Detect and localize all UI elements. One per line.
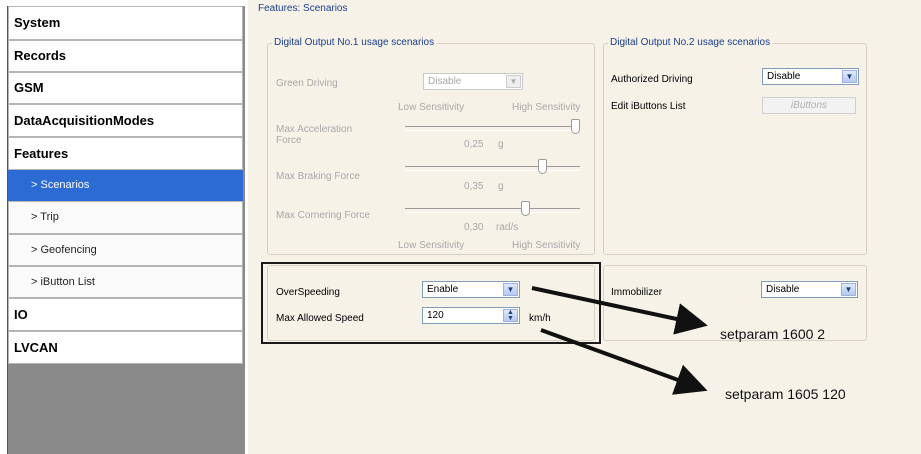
annotation-setparam-1605: setparam 1605 120 <box>725 386 846 402</box>
annotation-setparam-1600: setparam 1600 2 <box>720 326 826 342</box>
arrow-2 <box>540 328 708 395</box>
arrow-1 <box>531 286 708 335</box>
